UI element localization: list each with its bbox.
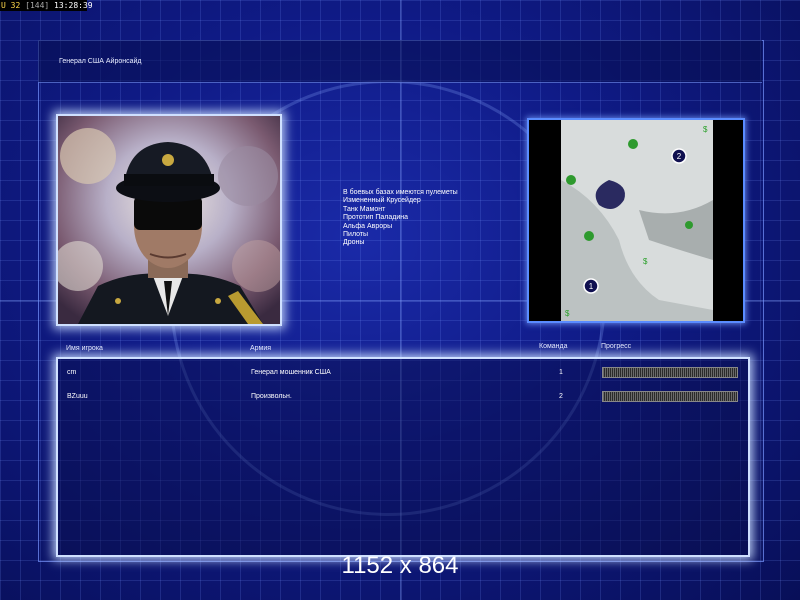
start-position-2-label: 2 <box>677 152 682 161</box>
intel-list: В боевых базах имеются пулеметы Измененн… <box>343 189 458 248</box>
player-name: cm <box>67 369 77 376</box>
progress-bar <box>602 391 738 402</box>
player-team: 2 <box>559 393 563 400</box>
tree-icon <box>566 175 576 185</box>
column-header-team: Команда <box>539 343 568 350</box>
general-portrait <box>56 114 282 326</box>
player-team: 1 <box>559 369 563 376</box>
intel-line: Пилоты <box>343 231 369 239</box>
player-army: Генерал мошенник США <box>251 369 331 376</box>
tree-icon <box>685 221 693 229</box>
status-memory: [144] <box>25 1 50 10</box>
supply-icon: $ <box>565 309 570 318</box>
intel-line: Прототип Паладина <box>343 214 409 222</box>
minimap[interactable]: 2 1 $ $ $ <box>527 118 745 323</box>
intel-line: Дроны <box>343 239 365 247</box>
header-band <box>38 40 762 83</box>
status-u-value: 32 <box>10 1 21 10</box>
column-header-progress: Прогресс <box>601 343 632 350</box>
intel-line: Танк Мамонт <box>343 205 386 213</box>
start-position-1-label: 1 <box>589 282 594 291</box>
intel-line: Измененный Крусейдер <box>343 197 421 205</box>
supply-icon: $ <box>703 125 708 134</box>
status-time: 13:28:39 <box>54 1 93 10</box>
intel-line: Альфа Авроры <box>343 222 393 230</box>
status-u-label: U <box>1 1 6 10</box>
general-title: Генерал США Айронсайд <box>59 58 142 65</box>
status-bar: U 32 [144] 13:28:39 <box>0 0 93 11</box>
player-army: Произвольн. <box>251 393 292 400</box>
resolution-label: 1152 x 864 <box>341 552 459 579</box>
supply-icon: $ <box>643 257 648 266</box>
tree-icon <box>584 231 594 241</box>
player-name: BZuuu <box>67 393 88 400</box>
tree-icon <box>628 139 638 149</box>
players-table <box>56 357 750 557</box>
column-header-army: Армия <box>250 345 272 352</box>
progress-bar <box>602 367 738 378</box>
column-header-player: Имя игрока <box>66 345 103 352</box>
